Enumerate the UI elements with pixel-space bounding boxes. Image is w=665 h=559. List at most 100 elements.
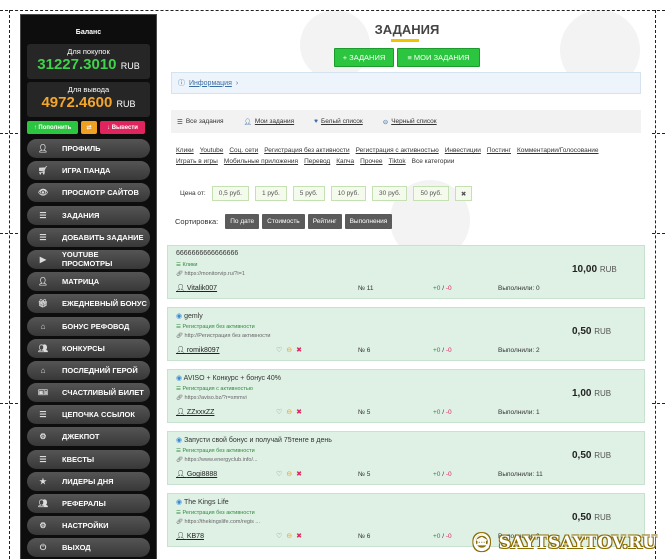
sidebar-item-9[interactable]: 👥︎ Конкурсы	[27, 338, 150, 358]
sidebar-item-label: Настройки	[62, 521, 109, 531]
category-link[interactable]: Регистрация без активности	[264, 145, 349, 156]
category-link[interactable]: Регистрация с активностью	[356, 145, 439, 156]
sort-option[interactable]: По дате	[225, 214, 260, 229]
my-tasks-button[interactable]: ≡ МОИ ЗАДАНИЯ	[397, 48, 480, 67]
list-icon: ☰	[39, 454, 47, 464]
close-icon[interactable]: ✖	[296, 346, 302, 354]
category-link[interactable]: Клики	[176, 145, 194, 156]
sidebar-item-7[interactable]: 🎁︎ Ежедневный бонус	[27, 294, 150, 314]
category-link[interactable]: Перевод	[304, 156, 330, 167]
category-link[interactable]: Соц. сети	[229, 145, 258, 156]
tasks-button[interactable]: + ЗАДАНИЯ	[334, 48, 394, 67]
category-link[interactable]: Прочее	[360, 156, 382, 167]
task-title[interactable]: ◉ Запусти свой бонус и получай 75тенге в…	[176, 436, 332, 444]
sidebar-item-16[interactable]: 👥︎ Рефералы	[27, 494, 150, 513]
minus-circle-icon[interactable]: ⊖	[286, 470, 292, 478]
task-category: ☰ Регистрация с активностью	[176, 386, 253, 392]
filter-mine[interactable]: 👤︎ Мои задания	[244, 118, 305, 126]
task-reward-currency: RUB	[594, 327, 612, 336]
task-reward-currency: RUB	[594, 389, 612, 398]
category-link[interactable]: Комментарии/Голосование	[517, 145, 599, 156]
sort-option[interactable]: Стоимость	[262, 214, 305, 229]
price-option[interactable]: 10 руб.	[330, 186, 367, 201]
sidebar-item-18[interactable]: ⏻ Выход	[27, 538, 150, 558]
sidebar-item-14[interactable]: ☰ Квесты	[27, 449, 150, 469]
category-link[interactable]: Tiktok	[389, 156, 406, 167]
heart-icon[interactable]: ♡	[276, 532, 282, 540]
heart-icon[interactable]: ♡	[276, 470, 282, 478]
task-number: № 6	[358, 533, 371, 540]
price-option[interactable]: 50 руб.	[413, 186, 449, 201]
task-category-text: Регистрация с активностью	[182, 386, 253, 392]
withdraw-button[interactable]: ↓ Вывести	[100, 121, 145, 134]
price-option[interactable]: 0,5 руб.	[211, 186, 249, 201]
task-title[interactable]: 6666666666666666	[176, 250, 238, 257]
sidebar-item-1[interactable]: 🛒︎ Игра Панда	[27, 161, 150, 181]
task-title[interactable]: ◉ AVISO + Конкурс + бонус 40%	[176, 374, 281, 382]
sidebar-item-5[interactable]: ▶ YouTube просмотры	[27, 249, 150, 269]
info-panel[interactable]: ⓘ Информация ›	[171, 72, 641, 94]
task-card[interactable]: ◉ AVISO + Конкурс + бонус 40% ☰ Регистрац…	[167, 369, 645, 423]
task-reward-currency: RUB	[594, 513, 612, 522]
heart-icon[interactable]: ♡	[276, 346, 282, 354]
task-author[interactable]: 👤︎ Gogi8888	[176, 470, 217, 478]
task-author[interactable]: 👤︎ Vitalik007	[176, 284, 217, 292]
filter-whitelist[interactable]: ♥ Белый список	[314, 118, 373, 125]
task-category-text: Клики	[182, 262, 198, 268]
task-card[interactable]: ◉ gemly ☰ Регистрация без активности 🔗︎ ht…	[167, 307, 645, 361]
task-card[interactable]: ◉ Запусти свой бонус и получай 75тенге в…	[167, 431, 645, 485]
task-url-text: http://Регистрация без активности	[184, 333, 271, 339]
task-author[interactable]: 👤︎ romik8097	[176, 346, 220, 354]
task-number: № 6	[358, 347, 371, 354]
sidebar-item-10[interactable]: ⌂ Последний герой	[27, 360, 150, 380]
price-option[interactable]: 5 руб.	[292, 186, 325, 201]
category-link[interactable]: Капча	[336, 156, 354, 167]
close-icon[interactable]: ✖	[296, 470, 302, 478]
task-filters: ☰ Все задания 👤︎ Мои задания ♥ Белый список…	[171, 110, 641, 133]
sidebar-item-17[interactable]: ⚙ Настройки	[27, 516, 150, 536]
category-link[interactable]: Постинг	[487, 145, 511, 156]
task-author[interactable]: 👤︎ ZZxxxZZ	[176, 408, 214, 416]
sidebar-item-label: Просмотр сайтов	[62, 188, 139, 198]
sidebar-item-13[interactable]: ⚙ Джекпот	[27, 427, 150, 447]
task-author[interactable]: 👤︎ KB78	[176, 532, 204, 540]
category-link[interactable]: Играть в игры	[176, 156, 218, 167]
sidebar-item-label: Счастливый билет	[62, 388, 144, 398]
topup-button[interactable]: ↑ Пополнить	[27, 121, 78, 134]
sidebar-item-label: Игра Панда	[62, 166, 111, 176]
sidebar-item-2[interactable]: 👁︎ Просмотр сайтов	[27, 183, 150, 203]
task-title[interactable]: ◉ The Kings Life	[176, 498, 229, 506]
sidebar-item-12[interactable]: ☰ Цепочка ссылок	[27, 405, 150, 425]
sidebar-item-3[interactable]: ☰ Задания	[27, 205, 150, 225]
category-link[interactable]: Все категории	[412, 156, 455, 167]
sidebar-item-6[interactable]: 👤︎ Матрица	[27, 272, 150, 292]
sort-option[interactable]: Рейтинг	[307, 214, 342, 229]
close-icon[interactable]: ✖	[296, 532, 302, 540]
minus-circle-icon[interactable]: ⊖	[286, 408, 292, 416]
sidebar-item-0[interactable]: 👤︎ Профиль	[27, 139, 150, 158]
close-icon[interactable]: ✖	[296, 408, 302, 416]
info-link[interactable]: Информация	[189, 80, 232, 87]
price-option[interactable]: 30 руб.	[372, 186, 408, 201]
category-link[interactable]: Youtube	[200, 145, 224, 156]
task-card[interactable]: 6666666666666666 ☰ Клики 🔗︎ https://monito…	[167, 245, 645, 299]
sidebar-item-4[interactable]: ☰ Добавить задание	[27, 227, 150, 247]
heart-icon[interactable]: ♡	[276, 408, 282, 416]
price-reset-button[interactable]: ✖	[454, 186, 473, 201]
sidebar-item-8[interactable]: ⌂ Бонус рефовод	[27, 316, 150, 336]
filter-blacklist[interactable]: ⊖ Черный список	[383, 118, 447, 126]
sidebar-menu: 👤︎ Профиль 🛒︎ Игра Панда 👁︎ Просмотр сайтов ☰ З…	[27, 139, 150, 558]
category-link[interactable]: Мобильные приложения	[224, 156, 298, 167]
sidebar-item-11[interactable]: 🎫︎ Счастливый билет	[27, 383, 150, 403]
minus-circle-icon[interactable]: ⊖	[286, 532, 292, 540]
sort-option[interactable]: Выполнения	[344, 214, 393, 229]
filter-all[interactable]: ☰ Все задания	[177, 118, 234, 126]
minus-circle-icon[interactable]: ⊖	[286, 346, 292, 354]
exchange-button[interactable]: ⇄	[81, 121, 97, 134]
price-option[interactable]: 1 руб.	[254, 186, 287, 201]
task-title[interactable]: ◉ gemly	[176, 312, 203, 320]
task-title-text: The Kings Life	[183, 499, 229, 506]
category-link[interactable]: Инвестиции	[445, 145, 481, 156]
sidebar-item-15[interactable]: ★ Лидеры дня	[27, 471, 150, 491]
task-reward-value: 0,50	[572, 512, 592, 523]
